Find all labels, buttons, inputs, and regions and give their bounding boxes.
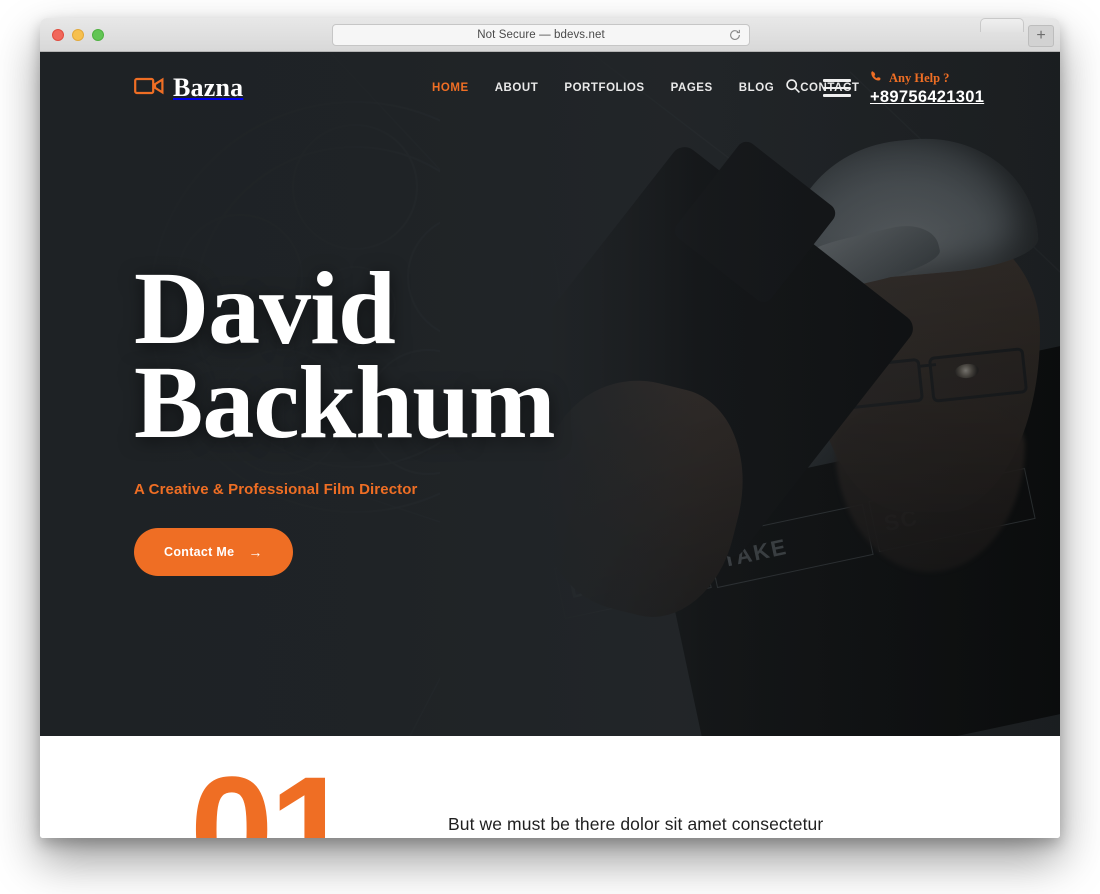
browser-window: Not Secure — bdevs.net + Bazna HOME ABOU… <box>40 18 1060 838</box>
menu-bar <box>823 79 851 82</box>
menu-bar <box>823 86 851 90</box>
menu-bar <box>823 94 851 97</box>
nav-item-home[interactable]: HOME <box>432 82 469 94</box>
header-tools <box>785 78 851 99</box>
window-controls <box>52 29 104 41</box>
hero-subtitle: A Creative & Professional Film Director <box>134 481 418 499</box>
minimize-window-button[interactable] <box>72 29 84 41</box>
hero-title-line-1: David <box>134 251 396 366</box>
site-logo[interactable]: Bazna <box>134 73 243 103</box>
hero-section: D.NO TAKE SC <box>40 52 1060 736</box>
contact-me-label: Contact Me <box>164 545 235 560</box>
about-section: 01 But we must be there dolor sit amet c… <box>40 736 1060 838</box>
logo-text: Bazna <box>173 73 244 102</box>
hero-title: David Backhum <box>134 251 556 460</box>
nav-item-portfolios[interactable]: PORTFOLIOS <box>564 82 644 94</box>
contact-me-button[interactable]: Contact Me → <box>134 528 293 577</box>
page-viewport: D.NO TAKE SC <box>40 52 1060 838</box>
browser-titlebar: Not Secure — bdevs.net + <box>40 18 1060 52</box>
reload-icon[interactable] <box>728 28 742 42</box>
section-number: 01 <box>190 745 353 838</box>
hero-title-line-2: Backhum <box>134 344 556 460</box>
new-tab-button[interactable]: + <box>1028 25 1054 47</box>
site-header: Bazna HOME ABOUT PORTFOLIOS PAGES BLOG C… <box>40 52 1060 124</box>
address-bar[interactable]: Not Secure — bdevs.net <box>332 24 750 46</box>
about-heading: But we must be there dolor sit amet cons… <box>448 814 824 834</box>
help-label: Any Help ? <box>889 71 950 85</box>
help-phone-number[interactable]: +89756421301 <box>870 88 984 106</box>
arrow-right-icon: → <box>248 544 263 561</box>
hamburger-menu-icon[interactable] <box>823 79 851 97</box>
video-camera-icon <box>134 76 164 101</box>
zoom-window-button[interactable] <box>92 29 104 41</box>
tab-strip-nub <box>980 18 1024 32</box>
url-text: Not Secure — bdevs.net <box>477 29 605 41</box>
close-window-button[interactable] <box>52 29 64 41</box>
nav-item-pages[interactable]: PAGES <box>671 82 713 94</box>
help-row: Any Help ? <box>870 70 984 88</box>
search-icon[interactable] <box>785 78 801 99</box>
hero-content: David Backhum A Creative & Professional … <box>134 251 556 577</box>
nav-item-about[interactable]: ABOUT <box>495 82 539 94</box>
nav-item-blog[interactable]: BLOG <box>739 82 774 94</box>
help-block: Any Help ? +89756421301 <box>870 70 984 107</box>
phone-icon <box>870 70 883 88</box>
